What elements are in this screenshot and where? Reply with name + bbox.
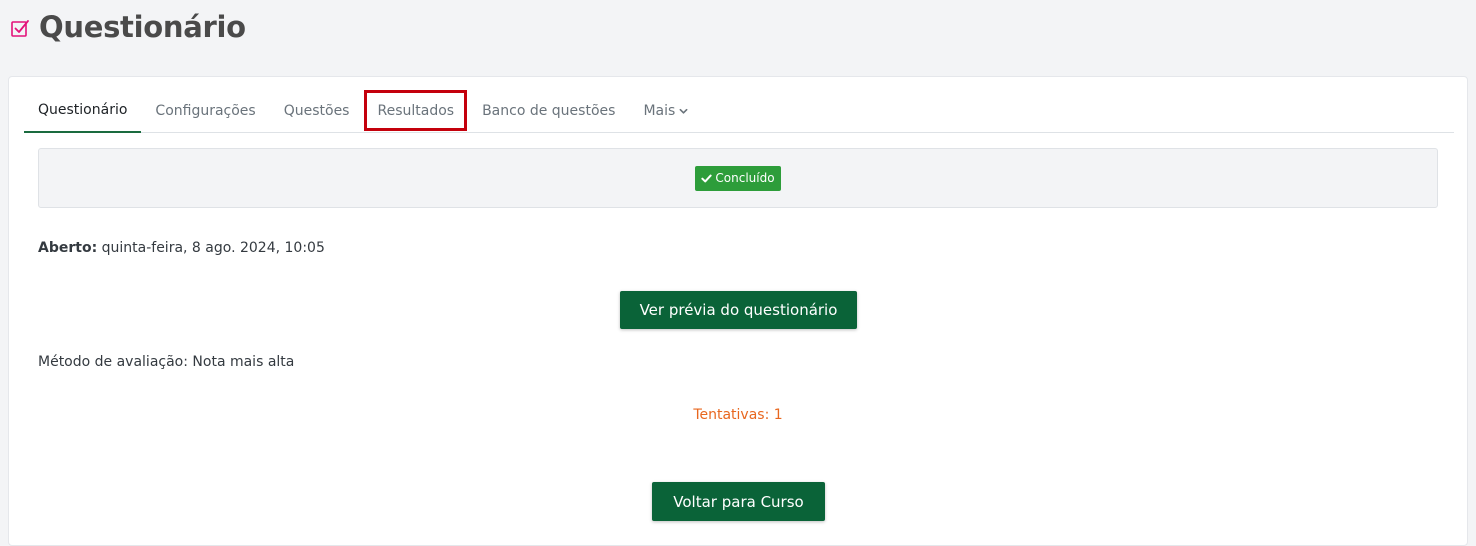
back-to-course-button[interactable]: Voltar para Curso	[652, 482, 825, 521]
completion-badge: Concluído	[695, 165, 781, 191]
tab-label: Banco de questões	[482, 102, 616, 119]
preview-quiz-button[interactable]: Ver prévia do questionário	[620, 291, 857, 329]
open-date-label: Aberto:	[38, 240, 98, 256]
completion-badge-label: Concluído	[715, 171, 775, 185]
tab-label: Resultados	[377, 102, 455, 119]
tab-banco-de-questoes[interactable]: Banco de questões	[468, 89, 629, 132]
tab-bar: Questionário Configurações Questões Resu…	[24, 89, 1454, 133]
grade-method: Método de avaliação: Nota mais alta	[38, 354, 295, 370]
tab-questoes[interactable]: Questões	[270, 89, 364, 132]
tab-label: Questionário	[38, 102, 128, 118]
completion-status-box: Concluído	[38, 148, 1438, 208]
tab-label: Configurações	[155, 102, 256, 119]
chevron-down-icon	[679, 108, 688, 114]
open-date: Aberto: quinta-feira, 8 ago. 2024, 10:05	[38, 240, 325, 256]
tab-resultados[interactable]: Resultados	[363, 89, 468, 132]
open-date-value: quinta-feira, 8 ago. 2024, 10:05	[101, 240, 325, 256]
tab-label: Mais	[643, 102, 676, 119]
check-icon	[701, 174, 713, 182]
tab-mais[interactable]: Mais	[629, 89, 702, 132]
page-header: Questionário	[10, 8, 246, 46]
checkbox-square-icon	[11, 20, 29, 37]
tab-label: Questões	[283, 102, 350, 119]
tab-configuracoes[interactable]: Configurações	[141, 89, 269, 132]
page-title: Questionário	[39, 10, 246, 44]
tab-questionario[interactable]: Questionário	[24, 89, 142, 133]
main-card: Questionário Configurações Questões Resu…	[8, 76, 1468, 546]
attempts-count: Tentativas: 1	[693, 407, 783, 423]
